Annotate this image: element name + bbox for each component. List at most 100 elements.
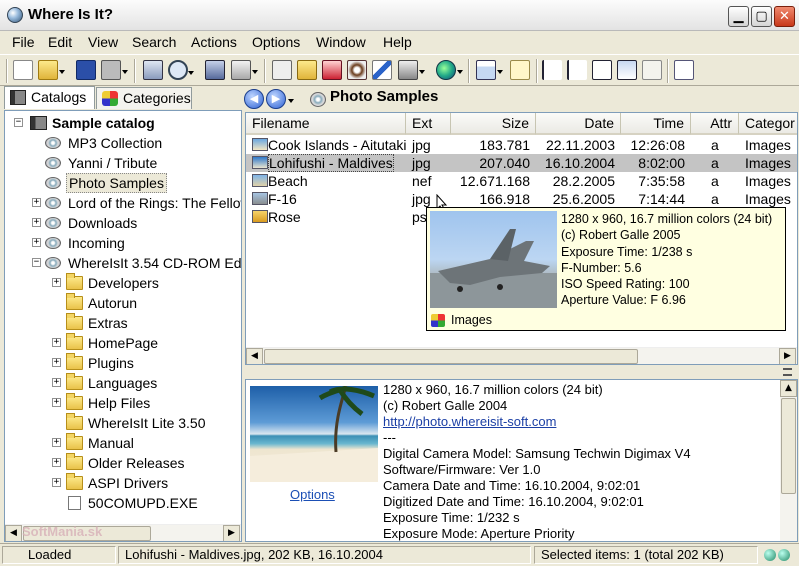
tree-item-homepage[interactable]: + HomePage xyxy=(5,333,241,353)
thumbnails-icon[interactable] xyxy=(510,60,530,80)
history-dropdown-icon[interactable] xyxy=(288,99,294,103)
tools-icon[interactable] xyxy=(398,60,425,80)
sort-order-icon[interactable] xyxy=(642,60,662,80)
tab-categories[interactable]: Categories xyxy=(96,87,192,109)
options-link[interactable]: Options xyxy=(290,487,335,502)
copy-icon[interactable] xyxy=(231,60,258,80)
file-row-selected[interactable]: Lohifushi - Maldives jpg 207.040 16.10.2… xyxy=(246,154,797,172)
tree-item-extras[interactable]: Extras xyxy=(5,313,241,333)
menu-file[interactable]: File xyxy=(12,34,35,50)
scroll-thumb[interactable] xyxy=(781,398,796,494)
scroll-up-arrow-icon[interactable]: ▲ xyxy=(780,380,797,397)
collapse-icon[interactable]: − xyxy=(14,118,23,127)
open-folder-icon[interactable] xyxy=(38,60,65,80)
menu-view[interactable]: View xyxy=(88,34,118,50)
tree-item-whereisit-lite[interactable]: WhereIsIt Lite 3.50 xyxy=(5,413,241,433)
scroll-right-arrow-icon[interactable]: ▶ xyxy=(779,348,796,364)
beach-preview-image xyxy=(250,386,378,482)
minimize-button[interactable]: ▁ xyxy=(728,6,749,27)
expand-icon[interactable]: + xyxy=(52,358,61,367)
tree-item-whereisit-cdrom[interactable]: − WhereIsIt 3.54 CD-ROM Edi xyxy=(5,253,241,273)
new-catalog-icon[interactable] xyxy=(13,60,33,80)
tree-root[interactable]: − Sample catalog xyxy=(11,113,241,133)
tree-item-lord-of-the-rings[interactable]: + Lord of the Rings: The Fellow xyxy=(5,193,241,213)
scroll-left-arrow-icon[interactable]: ◀ xyxy=(246,348,263,364)
expand-icon[interactable]: + xyxy=(32,198,41,207)
menu-search[interactable]: Search xyxy=(132,34,176,50)
sort-name-icon[interactable] xyxy=(542,60,562,80)
tree-item-yanni-tribute[interactable]: Yanni / Tribute xyxy=(5,153,241,173)
tree-item-label: Photo Samples xyxy=(66,173,167,193)
tree-item-manual[interactable]: + Manual xyxy=(5,433,241,453)
tree-item-downloads[interactable]: + Downloads xyxy=(5,213,241,233)
forward-arrow-icon[interactable]: ▶ xyxy=(266,89,286,109)
preview-icon[interactable] xyxy=(347,60,367,80)
maximize-button[interactable]: ▢ xyxy=(751,6,772,27)
tree-item-developers[interactable]: + Developers xyxy=(5,273,241,293)
tree-item-languages[interactable]: + Languages xyxy=(5,373,241,393)
tree-item-aspi-drivers[interactable]: + ASPI Drivers xyxy=(5,473,241,493)
splitter-grip-icon[interactable] xyxy=(783,368,792,376)
search-icon[interactable] xyxy=(168,60,194,80)
tree-item-photo-samples[interactable]: Photo Samples xyxy=(5,173,241,193)
column-time[interactable]: Time xyxy=(621,113,691,135)
disc-icon xyxy=(310,92,326,107)
column-attr[interactable]: Attr xyxy=(691,113,739,135)
collapse-icon[interactable]: − xyxy=(32,258,41,267)
close-button[interactable]: ✕ xyxy=(774,6,795,27)
menu-help[interactable]: Help xyxy=(383,34,412,50)
expand-icon[interactable]: + xyxy=(32,218,41,227)
tree-item-older-releases[interactable]: + Older Releases xyxy=(5,453,241,473)
scroll-right-arrow-icon[interactable]: ▶ xyxy=(223,525,240,541)
view-mode-icon[interactable] xyxy=(476,60,503,80)
expand-icon[interactable]: + xyxy=(52,278,61,287)
menu-actions[interactable]: Actions xyxy=(191,34,237,50)
tree-item-50comupd[interactable]: 50COMUPD.EXE xyxy=(5,493,241,513)
filelist-horizontal-scrollbar[interactable]: ◀ ▶ xyxy=(246,347,797,364)
file-row[interactable]: Cook Islands - Aitutaki jpg 183.781 22.1… xyxy=(246,136,797,154)
scroll-thumb[interactable] xyxy=(264,349,638,364)
column-date[interactable]: Date xyxy=(536,113,621,135)
category-icon[interactable] xyxy=(322,60,342,80)
description-icon[interactable] xyxy=(372,60,392,80)
edit-icon[interactable] xyxy=(297,60,317,80)
sort-size-icon[interactable] xyxy=(592,60,612,80)
column-category[interactable]: Categor xyxy=(739,113,797,135)
column-size[interactable]: Size xyxy=(451,113,536,135)
file-row[interactable]: F-16 jpg 166.918 25.6.2005 7:14:44 a Ima… xyxy=(246,190,797,208)
scroll-left-arrow-icon[interactable]: ◀ xyxy=(5,525,22,541)
menu-edit[interactable]: Edit xyxy=(48,34,72,50)
expand-icon[interactable]: + xyxy=(52,458,61,467)
tree-item-mp3-collection[interactable]: MP3 Collection xyxy=(5,133,241,153)
rename-icon[interactable] xyxy=(272,60,292,80)
expand-icon[interactable]: + xyxy=(52,478,61,487)
panel-splitter[interactable] xyxy=(245,366,798,378)
tree-item-plugins[interactable]: + Plugins xyxy=(5,353,241,373)
expand-icon[interactable]: + xyxy=(32,238,41,247)
tab-catalogs[interactable]: Catalogs xyxy=(4,86,95,109)
scan-disk-icon[interactable] xyxy=(143,60,163,80)
help-pointer-icon[interactable] xyxy=(674,60,694,80)
web-icon[interactable] xyxy=(436,60,463,80)
sort-ext-icon[interactable] xyxy=(567,60,587,80)
expand-icon[interactable]: + xyxy=(52,438,61,447)
tree-item-help-files[interactable]: + Help Files xyxy=(5,393,241,413)
details-vertical-scrollbar[interactable]: ▲ xyxy=(780,380,797,541)
website-link[interactable]: http://photo.whereisit-soft.com xyxy=(383,414,556,429)
back-arrow-icon[interactable]: ◀ xyxy=(244,89,264,109)
column-ext[interactable]: Ext xyxy=(406,113,451,135)
update-disk-icon[interactable] xyxy=(205,60,225,80)
expand-icon[interactable]: + xyxy=(52,338,61,347)
expand-icon[interactable]: + xyxy=(52,378,61,387)
save-icon[interactable] xyxy=(76,60,96,80)
menu-window[interactable]: Window xyxy=(316,34,366,50)
print-icon[interactable] xyxy=(101,60,128,80)
tree-item-autorun[interactable]: Autorun xyxy=(5,293,241,313)
file-row[interactable]: Beach nef 12.671.168 28.2.2005 7:35:58 a… xyxy=(246,172,797,190)
file-size: 12.671.168 xyxy=(459,173,530,189)
sort-date-icon[interactable] xyxy=(617,60,637,80)
menu-options[interactable]: Options xyxy=(252,34,300,50)
tree-item-incoming[interactable]: + Incoming xyxy=(5,233,241,253)
expand-icon[interactable]: + xyxy=(52,398,61,407)
column-filename[interactable]: Filename xyxy=(246,113,406,135)
